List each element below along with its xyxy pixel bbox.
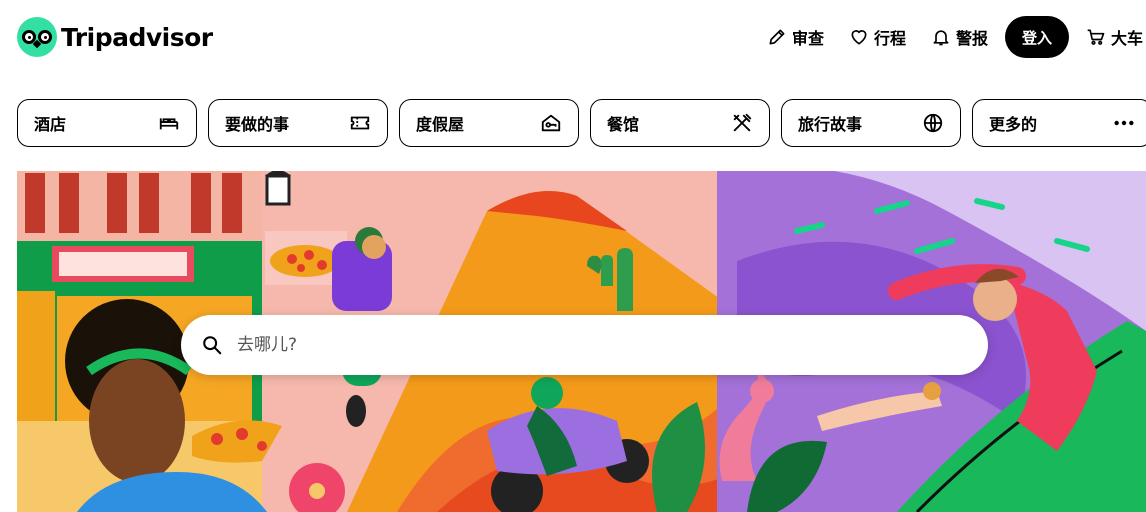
tab-vacation-rentals[interactable]: 度假屋 — [399, 99, 579, 147]
review-label: 审查 — [791, 29, 824, 48]
alerts-label: 警报 — [955, 29, 988, 48]
ticket-icon — [350, 116, 370, 130]
pencil-icon — [769, 29, 785, 45]
alerts-button[interactable]: 警报 — [931, 25, 988, 49]
tab-label: 酒店 — [34, 115, 67, 134]
bell-icon — [933, 30, 949, 46]
tab-label: 餐馆 — [607, 115, 640, 134]
heart-icon — [851, 30, 867, 45]
fork-knife-icon — [733, 113, 752, 132]
cart-button[interactable]: 大车 — [1086, 25, 1143, 49]
search-icon — [203, 336, 222, 355]
trips-label: 行程 — [873, 29, 906, 48]
bed-icon — [159, 118, 179, 130]
house-key-icon — [541, 114, 561, 132]
brand-name: Tripadvisor — [61, 22, 213, 52]
top-nav: 审查 行程 警报 登入 大车 — [767, 16, 1146, 58]
trips-button[interactable]: 行程 — [849, 25, 906, 49]
more-dots-icon — [1114, 120, 1134, 126]
category-tabs: 酒店 要做的事 度假屋 餐馆 旅行故事 更多的 — [17, 99, 1146, 147]
tab-travel-stories[interactable]: 旅行故事 — [781, 99, 961, 147]
tab-hotels[interactable]: 酒店 — [17, 99, 197, 147]
tab-more[interactable]: 更多的 — [972, 99, 1146, 147]
tab-label: 度假屋 — [416, 115, 465, 134]
tab-label: 更多的 — [989, 115, 1038, 134]
review-button[interactable]: 审查 — [767, 25, 824, 49]
tab-label: 旅行故事 — [798, 115, 863, 134]
globe-icon — [923, 113, 943, 133]
tab-label: 要做的事 — [225, 115, 290, 134]
cart-icon — [1087, 29, 1105, 45]
tripadvisor-logo[interactable]: Tripadvisor — [17, 17, 213, 57]
owl-logo-icon — [17, 17, 57, 57]
login-button[interactable]: 登入 — [1004, 16, 1069, 58]
search-bar[interactable] — [181, 315, 988, 375]
cart-label: 大车 — [1110, 29, 1143, 48]
search-input[interactable] — [235, 334, 939, 356]
tab-things-to-do[interactable]: 要做的事 — [208, 99, 388, 147]
tab-restaurants[interactable]: 餐馆 — [590, 99, 770, 147]
